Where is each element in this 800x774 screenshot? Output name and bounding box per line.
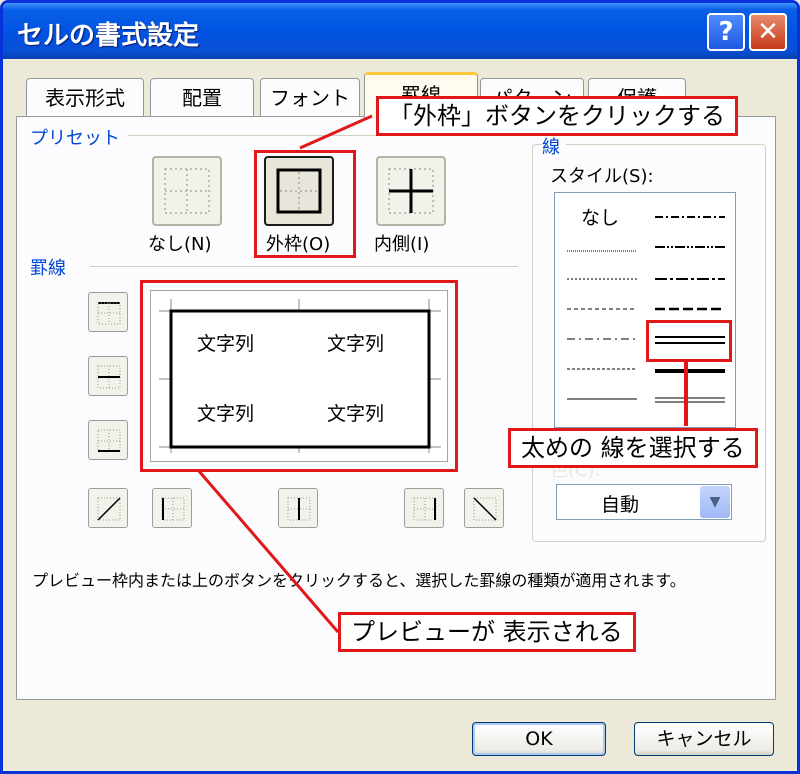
top-border-icon [97,302,121,325]
annotation-outline: 「外枠」ボタンをクリックする [376,96,738,136]
preset-inside-label: 内側(I) [374,234,430,255]
right-border-icon [413,497,437,521]
border-group-label: 罫線 [30,254,72,280]
style-label: スタイル(S): [550,166,654,187]
line-color-value: 自動 [601,494,640,516]
window-title: セルの書式設定 [17,21,200,51]
preview-highlight [140,280,458,472]
border-top-button[interactable] [88,292,128,332]
middle-vertical-border-icon [287,497,311,521]
border-bottom-button[interactable] [88,420,128,460]
tab-alignment[interactable]: 配置 [150,78,254,116]
tab-number-format[interactable]: 表示形式 [26,78,144,116]
border-diagonal-up-button[interactable] [88,488,128,528]
border-group-rule [90,266,518,267]
border-middle-horizontal-button[interactable] [88,356,128,396]
outline-button-highlight [254,150,356,258]
line-style-list[interactable]: なし [554,192,736,428]
middle-horizontal-border-icon [97,365,121,389]
annotation-preview: プレビューが 表示される [338,612,636,652]
preset-none-label: なし(N) [148,234,212,255]
close-button[interactable]: ✕ [749,13,787,51]
border-diagonal-down-button[interactable] [464,488,504,528]
title-bar[interactable]: セルの書式設定 ? ✕ [3,3,797,59]
diagonal-down-border-icon [473,497,497,521]
border-right-button[interactable] [404,488,444,528]
diagonal-up-border-icon [97,497,121,521]
line-group-label: 線 [542,133,566,159]
preset-inside-button[interactable] [376,156,446,226]
preset-group-label: プリセット [30,124,126,150]
instruction-text: プレビュー枠内または上のボタンをクリックすると、選択した罫線の種類が適用されます… [32,571,686,590]
cancel-button[interactable]: キャンセル [634,722,774,756]
tab-font[interactable]: フォント [260,78,360,116]
preset-none-button[interactable] [152,156,222,226]
inside-border-icon [388,168,434,214]
border-middle-vertical-button[interactable] [278,488,318,528]
line-color-select[interactable]: 自動 ▼ [556,484,732,520]
line-style-swatches[interactable] [555,193,735,427]
bottom-border-icon [97,429,121,452]
help-button[interactable]: ? [707,13,745,51]
border-left-button[interactable] [152,488,192,528]
no-border-icon [164,168,210,214]
left-border-icon [161,497,185,521]
annotation-thick-line: 太めの 線を選択する [508,428,758,468]
ok-button[interactable]: OK [472,722,606,756]
chevron-down-icon[interactable]: ▼ [700,486,730,518]
thick-line-highlight [646,320,732,362]
